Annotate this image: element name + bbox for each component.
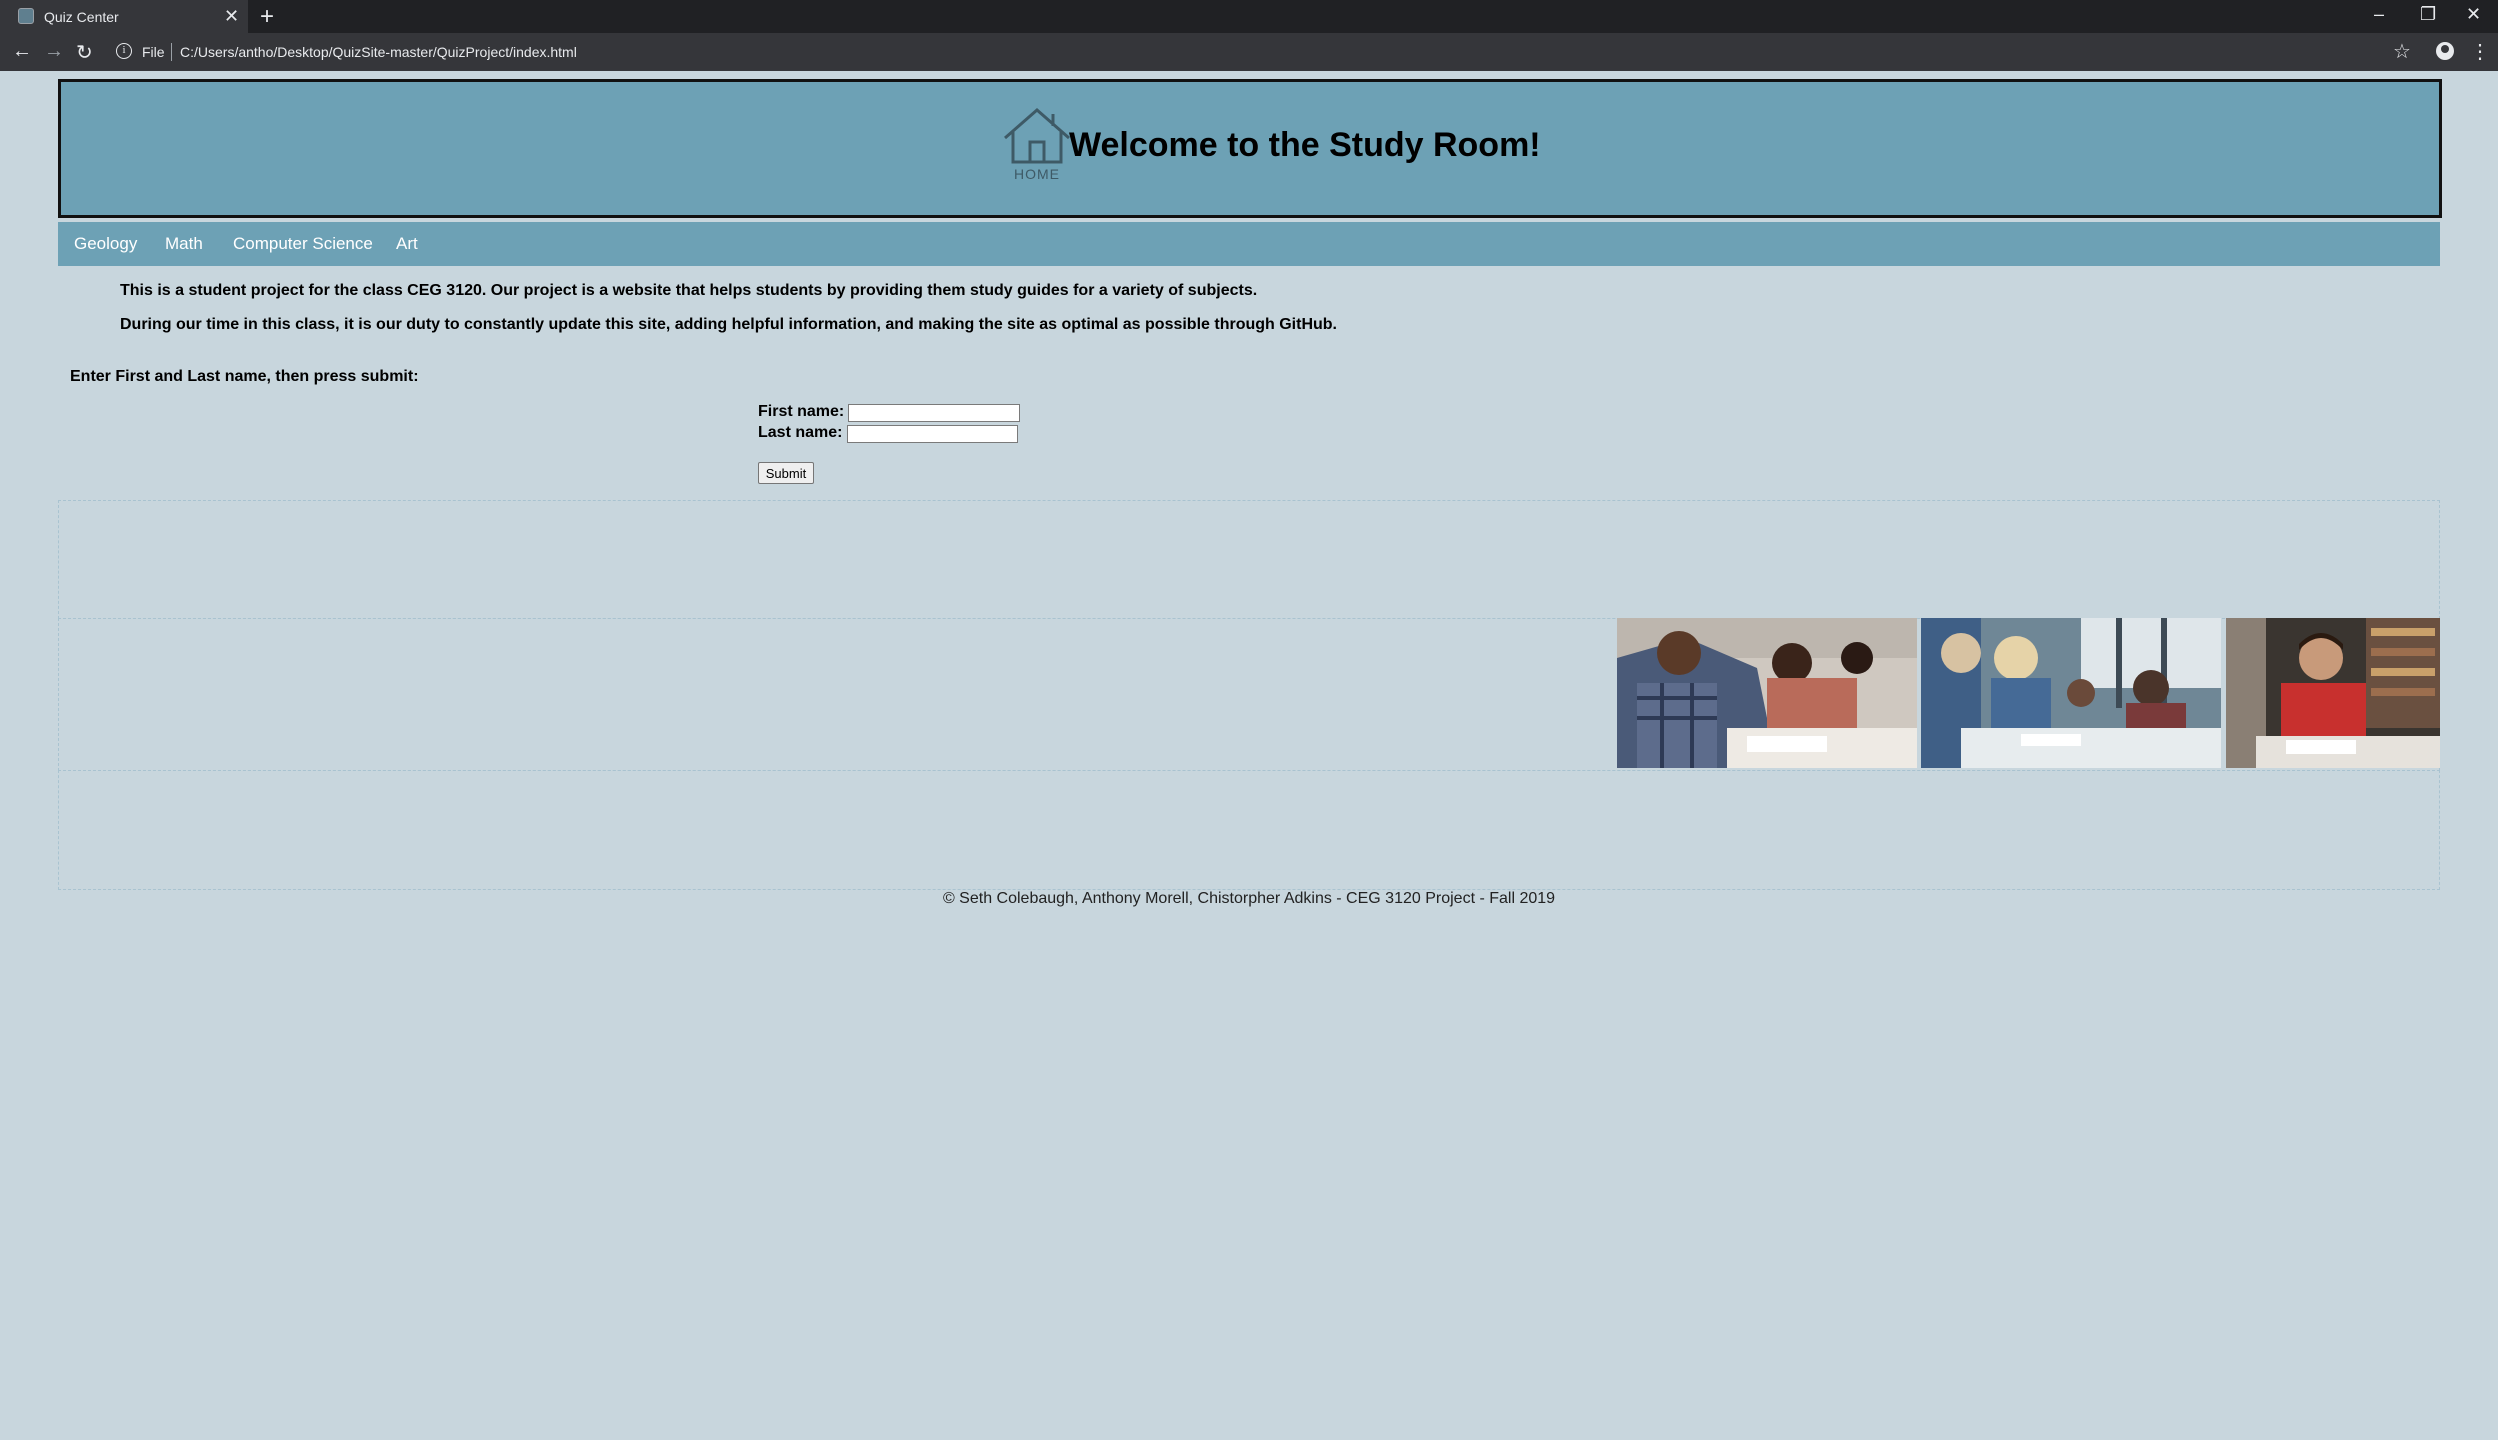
first-name-input[interactable] (848, 404, 1020, 422)
forward-arrow-icon[interactable]: → (44, 40, 64, 63)
site-info-icon[interactable]: i (116, 43, 132, 59)
last-name-label: Last name: (758, 424, 843, 441)
browser-tab[interactable]: Quiz Center ✕ (0, 0, 248, 33)
students-group-study-photo (1921, 618, 2221, 768)
close-window-button[interactable]: ✕ (2466, 4, 2481, 25)
main-navbar: Geology Math Computer Science Art (58, 222, 2440, 266)
students-writing-photo (1617, 618, 1917, 768)
page-favicon-icon (18, 8, 34, 24)
page-title: Welcome to the Study Room! (1069, 126, 1541, 164)
nav-link-art[interactable]: Art (396, 234, 418, 254)
bookmark-star-icon[interactable]: ☆ (2393, 39, 2411, 64)
content-box-bottom (58, 770, 2440, 890)
nav-link-computer-science[interactable]: Computer Science (233, 234, 373, 254)
omnibox-divider (171, 43, 172, 61)
intro-paragraph-1: This is a student project for the class … (120, 282, 1258, 299)
browser-tabstrip: Quiz Center ✕ + – ❐ ✕ (0, 0, 2498, 33)
footer-credits: © Seth Colebaugh, Anthony Morell, Chisto… (942, 890, 1556, 907)
new-tab-button[interactable]: + (260, 3, 274, 31)
site-header: HOME Welcome to the Study Room! (58, 79, 2442, 218)
back-arrow-icon[interactable]: ← (12, 40, 32, 63)
profile-avatar-icon[interactable] (2436, 42, 2454, 60)
reload-icon[interactable]: ↻ (76, 40, 93, 65)
house-icon (1004, 108, 1070, 164)
home-logo-text: HOME (1014, 166, 1060, 182)
browser-toolbar: ← → ↻ i File C:/Users/antho/Desktop/Quiz… (0, 33, 2498, 71)
content-box-top (58, 500, 2440, 619)
tab-title: Quiz Center (44, 9, 119, 25)
address-bar[interactable]: C:/Users/antho/Desktop/QuizSite-master/Q… (180, 44, 577, 60)
submit-button[interactable]: Submit (758, 462, 814, 484)
browser-menu-icon[interactable]: ⋮ (2470, 39, 2490, 64)
form-prompt: Enter First and Last name, then press su… (70, 368, 419, 385)
file-scheme-label: File (142, 44, 165, 60)
intro-paragraph-2: During our time in this class, it is our… (120, 316, 1337, 333)
first-name-label: First name: (758, 403, 845, 420)
restore-button[interactable]: ❐ (2420, 4, 2436, 25)
nav-link-geology[interactable]: Geology (74, 234, 137, 254)
student-red-shirt-photo (2226, 618, 2440, 768)
home-logo[interactable]: HOME (999, 106, 1075, 184)
tab-close-icon[interactable]: ✕ (224, 6, 239, 27)
last-name-input[interactable] (847, 425, 1018, 443)
nav-link-math[interactable]: Math (165, 234, 203, 254)
minimize-button[interactable]: – (2374, 4, 2384, 25)
